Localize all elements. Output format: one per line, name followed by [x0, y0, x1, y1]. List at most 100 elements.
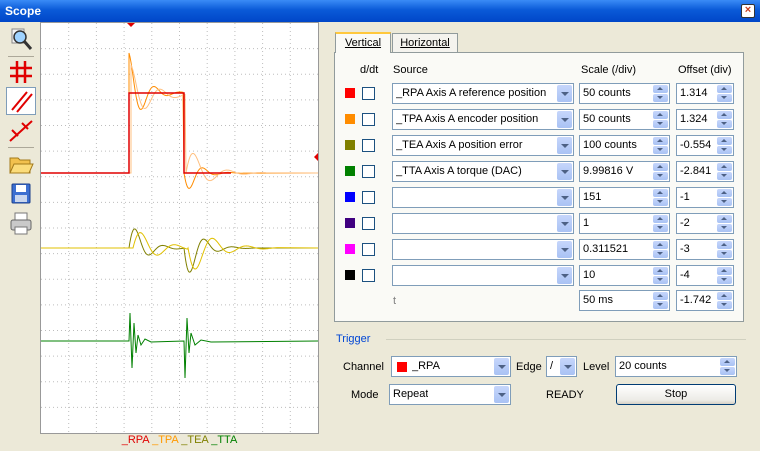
- ddt-checkbox[interactable]: [362, 191, 375, 204]
- chevron-down-icon[interactable]: [494, 358, 509, 375]
- print-button[interactable]: [6, 210, 36, 238]
- source-select[interactable]: _TTA Axis A torque (DAC): [392, 161, 574, 182]
- trigger-level-marker[interactable]: [314, 153, 318, 161]
- chevron-down-icon[interactable]: [557, 163, 572, 180]
- source-select[interactable]: _TPA Axis A encoder position: [392, 109, 574, 130]
- close-button[interactable]: ×: [741, 4, 755, 18]
- stop-button[interactable]: Stop: [616, 384, 736, 405]
- chevron-down-icon[interactable]: [557, 189, 572, 206]
- offset-spinner[interactable]: -1: [676, 187, 734, 208]
- scale-spinner[interactable]: 50 counts: [579, 109, 670, 130]
- spin-up-icon[interactable]: [653, 85, 668, 93]
- spin-down-icon[interactable]: [717, 94, 732, 102]
- offset-spinner[interactable]: -2.841: [676, 161, 734, 182]
- spin-down-icon[interactable]: [653, 198, 668, 206]
- chevron-down-icon[interactable]: [557, 137, 572, 154]
- ddt-checkbox[interactable]: [362, 217, 375, 230]
- chevron-down-icon[interactable]: [557, 111, 572, 128]
- spin-up-icon[interactable]: [717, 163, 732, 171]
- source-select[interactable]: [392, 239, 574, 260]
- spin-up-icon[interactable]: [653, 111, 668, 119]
- source-select[interactable]: [392, 187, 574, 208]
- spin-up-icon[interactable]: [653, 241, 668, 249]
- scale-spinner[interactable]: 0.311521: [579, 239, 670, 260]
- chevron-down-icon[interactable]: [560, 358, 575, 375]
- zoom-button[interactable]: [6, 26, 36, 54]
- spin-down-icon[interactable]: [653, 172, 668, 180]
- spin-up-icon[interactable]: [653, 292, 668, 300]
- chevron-down-icon[interactable]: [494, 386, 509, 403]
- spin-up-icon[interactable]: [717, 189, 732, 197]
- ddt-checkbox[interactable]: [362, 243, 375, 256]
- trigger-mode-select[interactable]: Repeat: [389, 384, 511, 405]
- spin-up-icon[interactable]: [717, 241, 732, 249]
- scale-spinner[interactable]: 50 counts: [579, 83, 670, 104]
- ddt-checkbox[interactable]: [362, 165, 375, 178]
- scale-spinner[interactable]: 9.99816 V: [579, 161, 670, 182]
- time-scale-spinner[interactable]: 50 ms: [579, 290, 670, 311]
- chevron-down-icon[interactable]: [557, 241, 572, 258]
- spin-down-icon[interactable]: [717, 198, 732, 206]
- spin-down-icon[interactable]: [653, 250, 668, 258]
- spin-up-icon[interactable]: [653, 215, 668, 223]
- offset-spinner[interactable]: -4: [676, 265, 734, 286]
- spin-down-icon[interactable]: [717, 120, 732, 128]
- scale-spinner[interactable]: 151: [579, 187, 670, 208]
- measure-cursor-button[interactable]: [6, 117, 36, 145]
- spin-down-icon[interactable]: [717, 301, 732, 309]
- spin-up-icon[interactable]: [653, 189, 668, 197]
- scale-spinner[interactable]: 10: [579, 265, 670, 286]
- source-select[interactable]: _TEA Axis A position error: [392, 135, 574, 156]
- ddt-checkbox[interactable]: [362, 113, 375, 126]
- spin-down-icon[interactable]: [653, 94, 668, 102]
- source-select[interactable]: _RPA Axis A reference position: [392, 83, 574, 104]
- trigger-channel-select[interactable]: _RPA: [391, 356, 511, 377]
- scope-plot[interactable]: [40, 22, 319, 434]
- spin-up-icon[interactable]: [717, 85, 732, 93]
- grid-button[interactable]: [6, 58, 36, 86]
- source-select[interactable]: [392, 265, 574, 286]
- spin-down-icon[interactable]: [653, 120, 668, 128]
- cursor-lines-button[interactable]: [6, 87, 36, 115]
- trigger-level-spinner[interactable]: 20 counts: [615, 356, 737, 377]
- spin-up-icon[interactable]: [653, 267, 668, 275]
- plot-canvas[interactable]: [41, 23, 318, 433]
- chevron-down-icon[interactable]: [557, 85, 572, 102]
- spin-up-icon[interactable]: [720, 358, 735, 366]
- offset-spinner[interactable]: -3: [676, 239, 734, 260]
- offset-spinner[interactable]: 1.324: [676, 109, 734, 130]
- spin-down-icon[interactable]: [717, 250, 732, 258]
- ddt-checkbox[interactable]: [362, 269, 375, 282]
- spin-up-icon[interactable]: [717, 111, 732, 119]
- offset-spinner[interactable]: -0.554: [676, 135, 734, 156]
- spin-down-icon[interactable]: [720, 367, 735, 375]
- offset-spinner[interactable]: 1.314: [676, 83, 734, 104]
- save-button[interactable]: [6, 180, 36, 208]
- spin-up-icon[interactable]: [717, 215, 732, 223]
- spin-up-icon[interactable]: [653, 163, 668, 171]
- spin-down-icon[interactable]: [653, 146, 668, 154]
- tab-horizontal[interactable]: Horizontal: [392, 33, 458, 53]
- spin-down-icon[interactable]: [717, 276, 732, 284]
- open-button[interactable]: [6, 150, 36, 178]
- spin-down-icon[interactable]: [653, 301, 668, 309]
- spin-down-icon[interactable]: [717, 224, 732, 232]
- spin-up-icon[interactable]: [717, 267, 732, 275]
- spin-down-icon[interactable]: [717, 172, 732, 180]
- chevron-down-icon[interactable]: [557, 215, 572, 232]
- scale-spinner[interactable]: 1: [579, 213, 670, 234]
- spin-down-icon[interactable]: [717, 146, 732, 154]
- spin-down-icon[interactable]: [653, 224, 668, 232]
- source-select[interactable]: [392, 213, 574, 234]
- spin-up-icon[interactable]: [653, 137, 668, 145]
- trigger-time-marker[interactable]: [127, 23, 135, 27]
- spin-up-icon[interactable]: [717, 137, 732, 145]
- ddt-checkbox[interactable]: [362, 87, 375, 100]
- tab-vertical[interactable]: Vertical: [335, 32, 391, 53]
- offset-spinner[interactable]: -2: [676, 213, 734, 234]
- trigger-edge-select[interactable]: /: [546, 356, 577, 377]
- ddt-checkbox[interactable]: [362, 139, 375, 152]
- scale-spinner[interactable]: 100 counts: [579, 135, 670, 156]
- time-offset-spinner[interactable]: -1.742: [676, 290, 734, 311]
- chevron-down-icon[interactable]: [557, 267, 572, 284]
